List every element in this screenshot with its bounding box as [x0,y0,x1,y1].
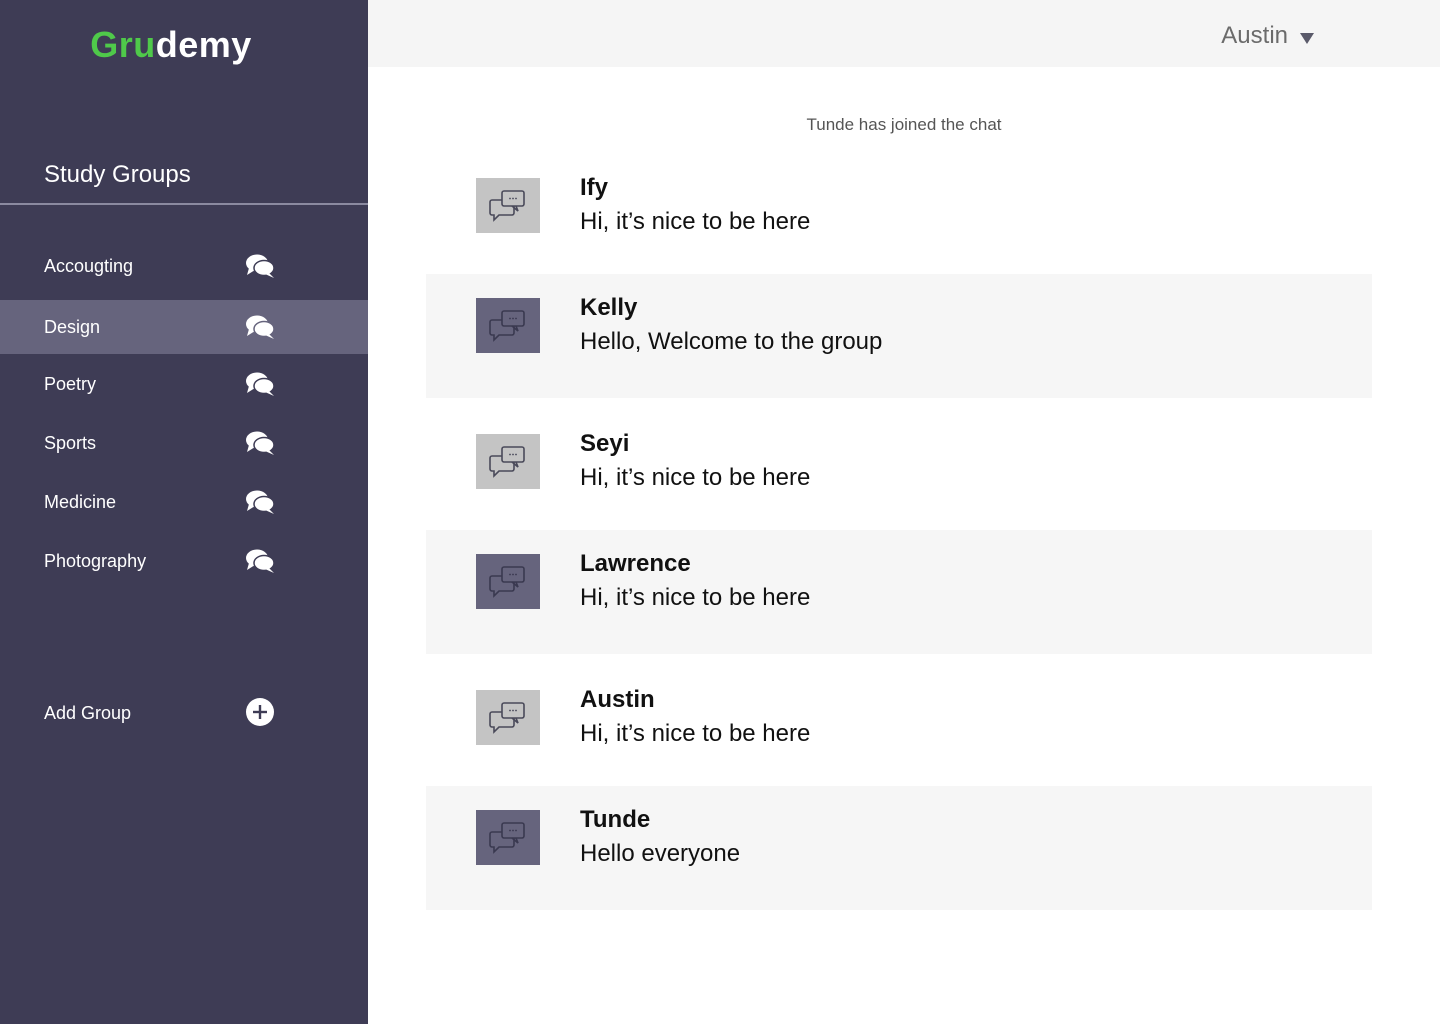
chat-message: Austin Hi, it’s nice to be here [426,666,1372,790]
add-group-label: Add Group [44,703,132,723]
chat-bubbles-icon [489,565,525,598]
logo-text-white: demy [155,24,252,65]
chat-message: Kelly Hello, Welcome to the group [426,274,1372,398]
chat-message: Lawrence Hi, it’s nice to be here [426,530,1372,654]
message-author: Austin [580,686,655,713]
message-text: Hi, it’s nice to be here [580,720,811,747]
message-text: Hello, Welcome to the group [580,328,883,355]
chat-message: Tunde Hello everyone [426,786,1372,910]
logo-text-green: Gru [90,24,156,65]
message-author: Tunde [580,806,651,833]
sidebar-item-poetry[interactable]: Poetry [0,357,368,411]
message-text: Hello everyone [580,840,741,867]
message-author: Ify [580,174,609,201]
caret-down-icon[interactable] [1300,32,1314,44]
chat-bubbles-icon [246,490,275,514]
sidebar-item-label: Medicine [44,491,117,512]
message-text: Hi, it’s nice to be here [580,464,811,491]
sidebar-item-accounting[interactable]: Accougting [0,239,368,293]
app-logo[interactable]: Grudemy [0,24,342,66]
sidebar-item-label: Accougting [44,255,134,276]
message-author: Seyi [580,430,630,457]
sidebar-item-label: Poetry [44,373,97,394]
chat-bubbles-icon [246,431,275,455]
sidebar-item-sports[interactable]: Sports [0,416,368,470]
add-group-button[interactable]: Add Group [0,688,368,738]
top-bar: Austin [368,0,1440,67]
sidebar-item-label: Sports [44,432,97,453]
avatar[interactable] [476,298,540,353]
chat-message: Seyi Hi, it’s nice to be here [426,410,1372,534]
chat-bubbles-icon [246,254,275,278]
avatar[interactable] [476,178,540,233]
avatar[interactable] [476,690,540,745]
message-text: Hi, it’s nice to be here [580,584,811,611]
system-message: Tunde has joined the chat [806,115,1002,134]
sidebar-item-design[interactable]: Design [0,300,368,354]
chat-bubbles-icon [246,315,275,339]
chat-bubbles-icon [489,309,525,342]
sidebar-item-medicine[interactable]: Medicine [0,475,368,529]
avatar[interactable] [476,434,540,489]
chat-message: Ify Hi, it’s nice to be here [426,154,1372,278]
sidebar: Grudemy Study Groups Accougting Design P… [0,0,368,1024]
avatar[interactable] [476,554,540,609]
chat-bubbles-icon [246,549,275,573]
user-menu[interactable]: Austin [1221,22,1314,50]
sidebar-item-label: Design [44,316,101,337]
chat-bubbles-icon [489,445,525,478]
section-title: Study Groups [44,161,191,188]
divider [0,203,368,205]
sidebar-item-label: Photography [44,550,147,571]
chat-bubbles-icon [489,701,525,734]
chat-bubbles-icon [246,372,275,396]
message-author: Kelly [580,294,638,321]
sidebar-item-photography[interactable]: Photography [0,534,368,588]
message-author: Lawrence [580,550,691,577]
plus-circle-icon[interactable] [245,697,275,727]
chat-bubbles-icon [489,821,525,854]
chat-bubbles-icon [489,189,525,222]
avatar[interactable] [476,810,540,865]
message-text: Hi, it’s nice to be here [580,208,811,235]
user-name: Austin [1221,22,1288,49]
